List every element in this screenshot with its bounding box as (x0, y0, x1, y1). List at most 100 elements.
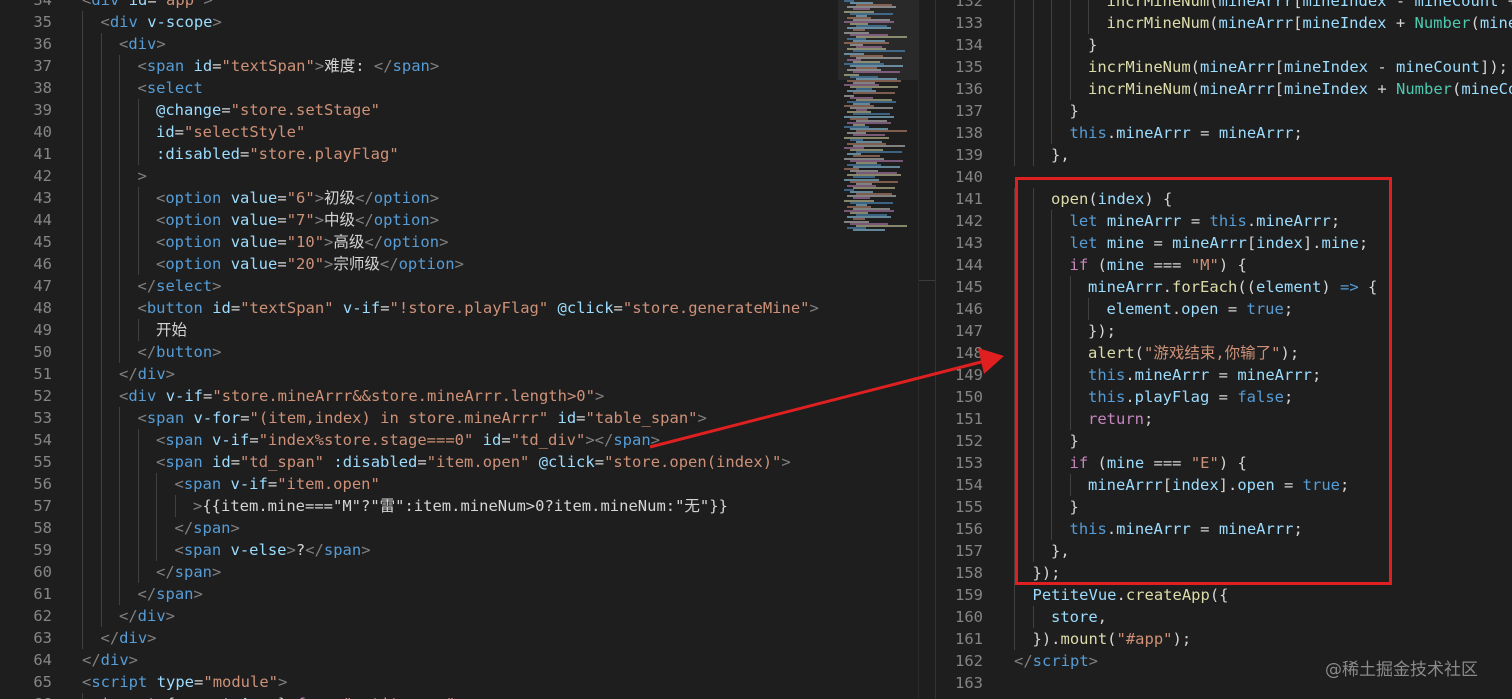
code-line[interactable]: 38 <select (0, 77, 918, 99)
code-token: . (1106, 520, 1117, 538)
code-token: option (165, 211, 222, 229)
code-line[interactable]: 55 <span id="td_span" :disabled="item.ope… (0, 451, 918, 473)
code-line[interactable]: 42 > (0, 165, 918, 187)
code-line[interactable]: 140 (936, 166, 1512, 188)
code-token: :disabled (156, 145, 240, 163)
code-line[interactable]: 58 </span> (0, 517, 918, 539)
code-token: value (230, 189, 278, 207)
code-line[interactable]: 158}); (936, 562, 1512, 584)
code-line[interactable]: 139}, (936, 144, 1512, 166)
code-token: > (781, 453, 791, 471)
code-line[interactable]: 145 mineArrr.forEach((element) => { (936, 276, 1512, 298)
indent-guide (100, 55, 102, 77)
indent-guide (1051, 452, 1052, 474)
code-line[interactable]: 159 PetiteVue.createApp({ (936, 584, 1512, 606)
code-line[interactable]: 62 </div> (0, 605, 918, 627)
indent-guide (82, 33, 83, 55)
code-line[interactable]: 40 id="selectStyle" (0, 121, 918, 143)
code-text: id="selectStyle" (156, 121, 305, 143)
right-editor-pane[interactable]: 132 incrMineNum(mineArrr[mineIndex - mine… (936, 0, 1512, 699)
code-token: </ (119, 607, 138, 625)
code-line[interactable]: 136 incrMineNum(mineArrr[mineIndex + Numb… (936, 78, 1512, 100)
code-line[interactable]: 41:disabled="store.playFlag" (0, 143, 918, 165)
code-line[interactable]: 152} (936, 430, 1512, 452)
code-line[interactable]: 60 </span> (0, 561, 918, 583)
code-text: :disabled="store.playFlag" (156, 143, 399, 165)
code-line[interactable]: 135 incrMineNum(mineArrr[mineIndex - mine… (936, 56, 1512, 78)
code-line[interactable]: 57 >{{item.mine==="M"?"雷":item.mineNum>0?… (0, 495, 918, 517)
editor-split-divider[interactable] (918, 0, 936, 699)
code-token: = (380, 299, 390, 317)
code-line[interactable]: 144 if (mine === "M") { (936, 254, 1512, 276)
code-line[interactable]: 157}, (936, 540, 1512, 562)
code-line[interactable]: 35 <div v-scope> (0, 11, 918, 33)
indent-guide (119, 429, 120, 451)
code-line[interactable]: 47 </select> (0, 275, 918, 297)
code-line[interactable]: 64 </div> (0, 649, 918, 671)
code-line[interactable]: 45 <option value="10">高级</option> (0, 231, 918, 253)
code-line[interactable]: 151 return; (936, 408, 1512, 430)
code-line[interactable]: 48 <button id="textSpan" v-if="!store.pla… (0, 297, 918, 319)
code-line[interactable]: 56 <span v-if="item.open" (0, 473, 918, 495)
indent-guide (82, 319, 83, 341)
code-line[interactable]: 137} (936, 100, 1512, 122)
code-line[interactable]: 61 </span> (0, 583, 918, 605)
code-token: div (109, 13, 138, 31)
code-line[interactable]: 53 <span v-for="(item,index) in store.min… (0, 407, 918, 429)
code-line[interactable]: 150 this.playFlag = false; (936, 386, 1512, 408)
indent-guide (1051, 34, 1052, 56)
code-line[interactable]: 141 open(index) { (936, 188, 1512, 210)
minimap-stroke (856, 56, 902, 59)
indent-guide (82, 121, 83, 143)
code-line[interactable]: 132 incrMineNum(mineArrr[mineIndex - mine… (936, 0, 1512, 12)
code-line[interactable]: 37 <span id="textSpan">难度: </span> (0, 55, 918, 77)
indent-guide (1051, 276, 1052, 298)
code-line[interactable]: 147}); (936, 320, 1512, 342)
indent-guide (1014, 188, 1015, 210)
code-line[interactable]: 149 this.mineArrr = mineArrr; (936, 364, 1512, 386)
code-line[interactable]: 63 </div> (0, 627, 918, 649)
indent-guide (1014, 34, 1015, 56)
code-token: mineArrr (1256, 212, 1331, 230)
code-line[interactable]: 50 </button> (0, 341, 918, 363)
code-line[interactable]: 52 <div v-if="store.mineArrr&&store.mineA… (0, 385, 918, 407)
indent-guide (119, 55, 120, 77)
code-token: </ (156, 563, 175, 581)
code-line[interactable]: 161}).mount("#app"); (936, 628, 1512, 650)
code-token: ); (1280, 344, 1300, 362)
code-line[interactable]: 138 this.mineArrr = mineArrr; (936, 122, 1512, 144)
code-line[interactable]: 54 <span v-if="index%store.stage===0" id=… (0, 429, 918, 451)
code-line[interactable]: 134} (936, 34, 1512, 56)
code-line[interactable]: 133 incrMineNum(mineArrr[mineIndex + Numb… (936, 12, 1512, 34)
minimap[interactable] (838, 0, 918, 240)
code-token: ></ (585, 431, 614, 449)
code-line[interactable]: 44 <option value="7">中级</option> (0, 209, 918, 231)
code-line[interactable]: 146 element.open = true; (936, 298, 1512, 320)
code-token: option (398, 255, 455, 273)
code-line[interactable]: 59 <span v-else>?</span> (0, 539, 918, 561)
code-text: <select (138, 77, 203, 99)
code-line[interactable]: 155} (936, 496, 1512, 518)
indent-guide (1032, 210, 1034, 232)
code-token: 初级 (324, 189, 356, 207)
code-line[interactable]: 143 let mine = mineArrr[index].mine; (936, 232, 1512, 254)
code-token: "!store.playFlag" (389, 299, 549, 317)
code-line[interactable]: 39 @change="store.setStage" (0, 99, 918, 121)
code-line[interactable]: 65 <script type="module"> (0, 671, 918, 693)
code-line[interactable]: 43 <option value="6">初级</option> (0, 187, 918, 209)
code-token: ]); (1480, 58, 1508, 76)
code-line[interactable]: 49 开始 (0, 319, 918, 341)
code-line[interactable]: 34 <div id="app"> (0, 0, 918, 11)
code-line[interactable]: 142 let mineArrr = this.mineArrr; (936, 210, 1512, 232)
code-line[interactable]: 153 if (mine === "E") { (936, 452, 1512, 474)
code-line[interactable]: 51 </div> (0, 363, 918, 385)
code-line[interactable]: 36 <div> (0, 33, 918, 55)
code-line[interactable]: 156 this.mineArrr = mineArrr; (936, 518, 1512, 540)
code-line[interactable]: 148 alert("游戏结束,你输了"); (936, 342, 1512, 364)
code-line[interactable]: 66 import { createApp } from "petite-vue" (0, 693, 918, 699)
indent-guide (100, 209, 102, 231)
code-line[interactable]: 160 store, (936, 606, 1512, 628)
code-line[interactable]: 154 mineArrr[index].open = true; (936, 474, 1512, 496)
code-line[interactable]: 46 <option value="20">宗师级</option> (0, 253, 918, 275)
left-editor-pane[interactable]: 34 <div id="app"> 35 <div v-scope> 36 <div> 37… (0, 0, 918, 699)
